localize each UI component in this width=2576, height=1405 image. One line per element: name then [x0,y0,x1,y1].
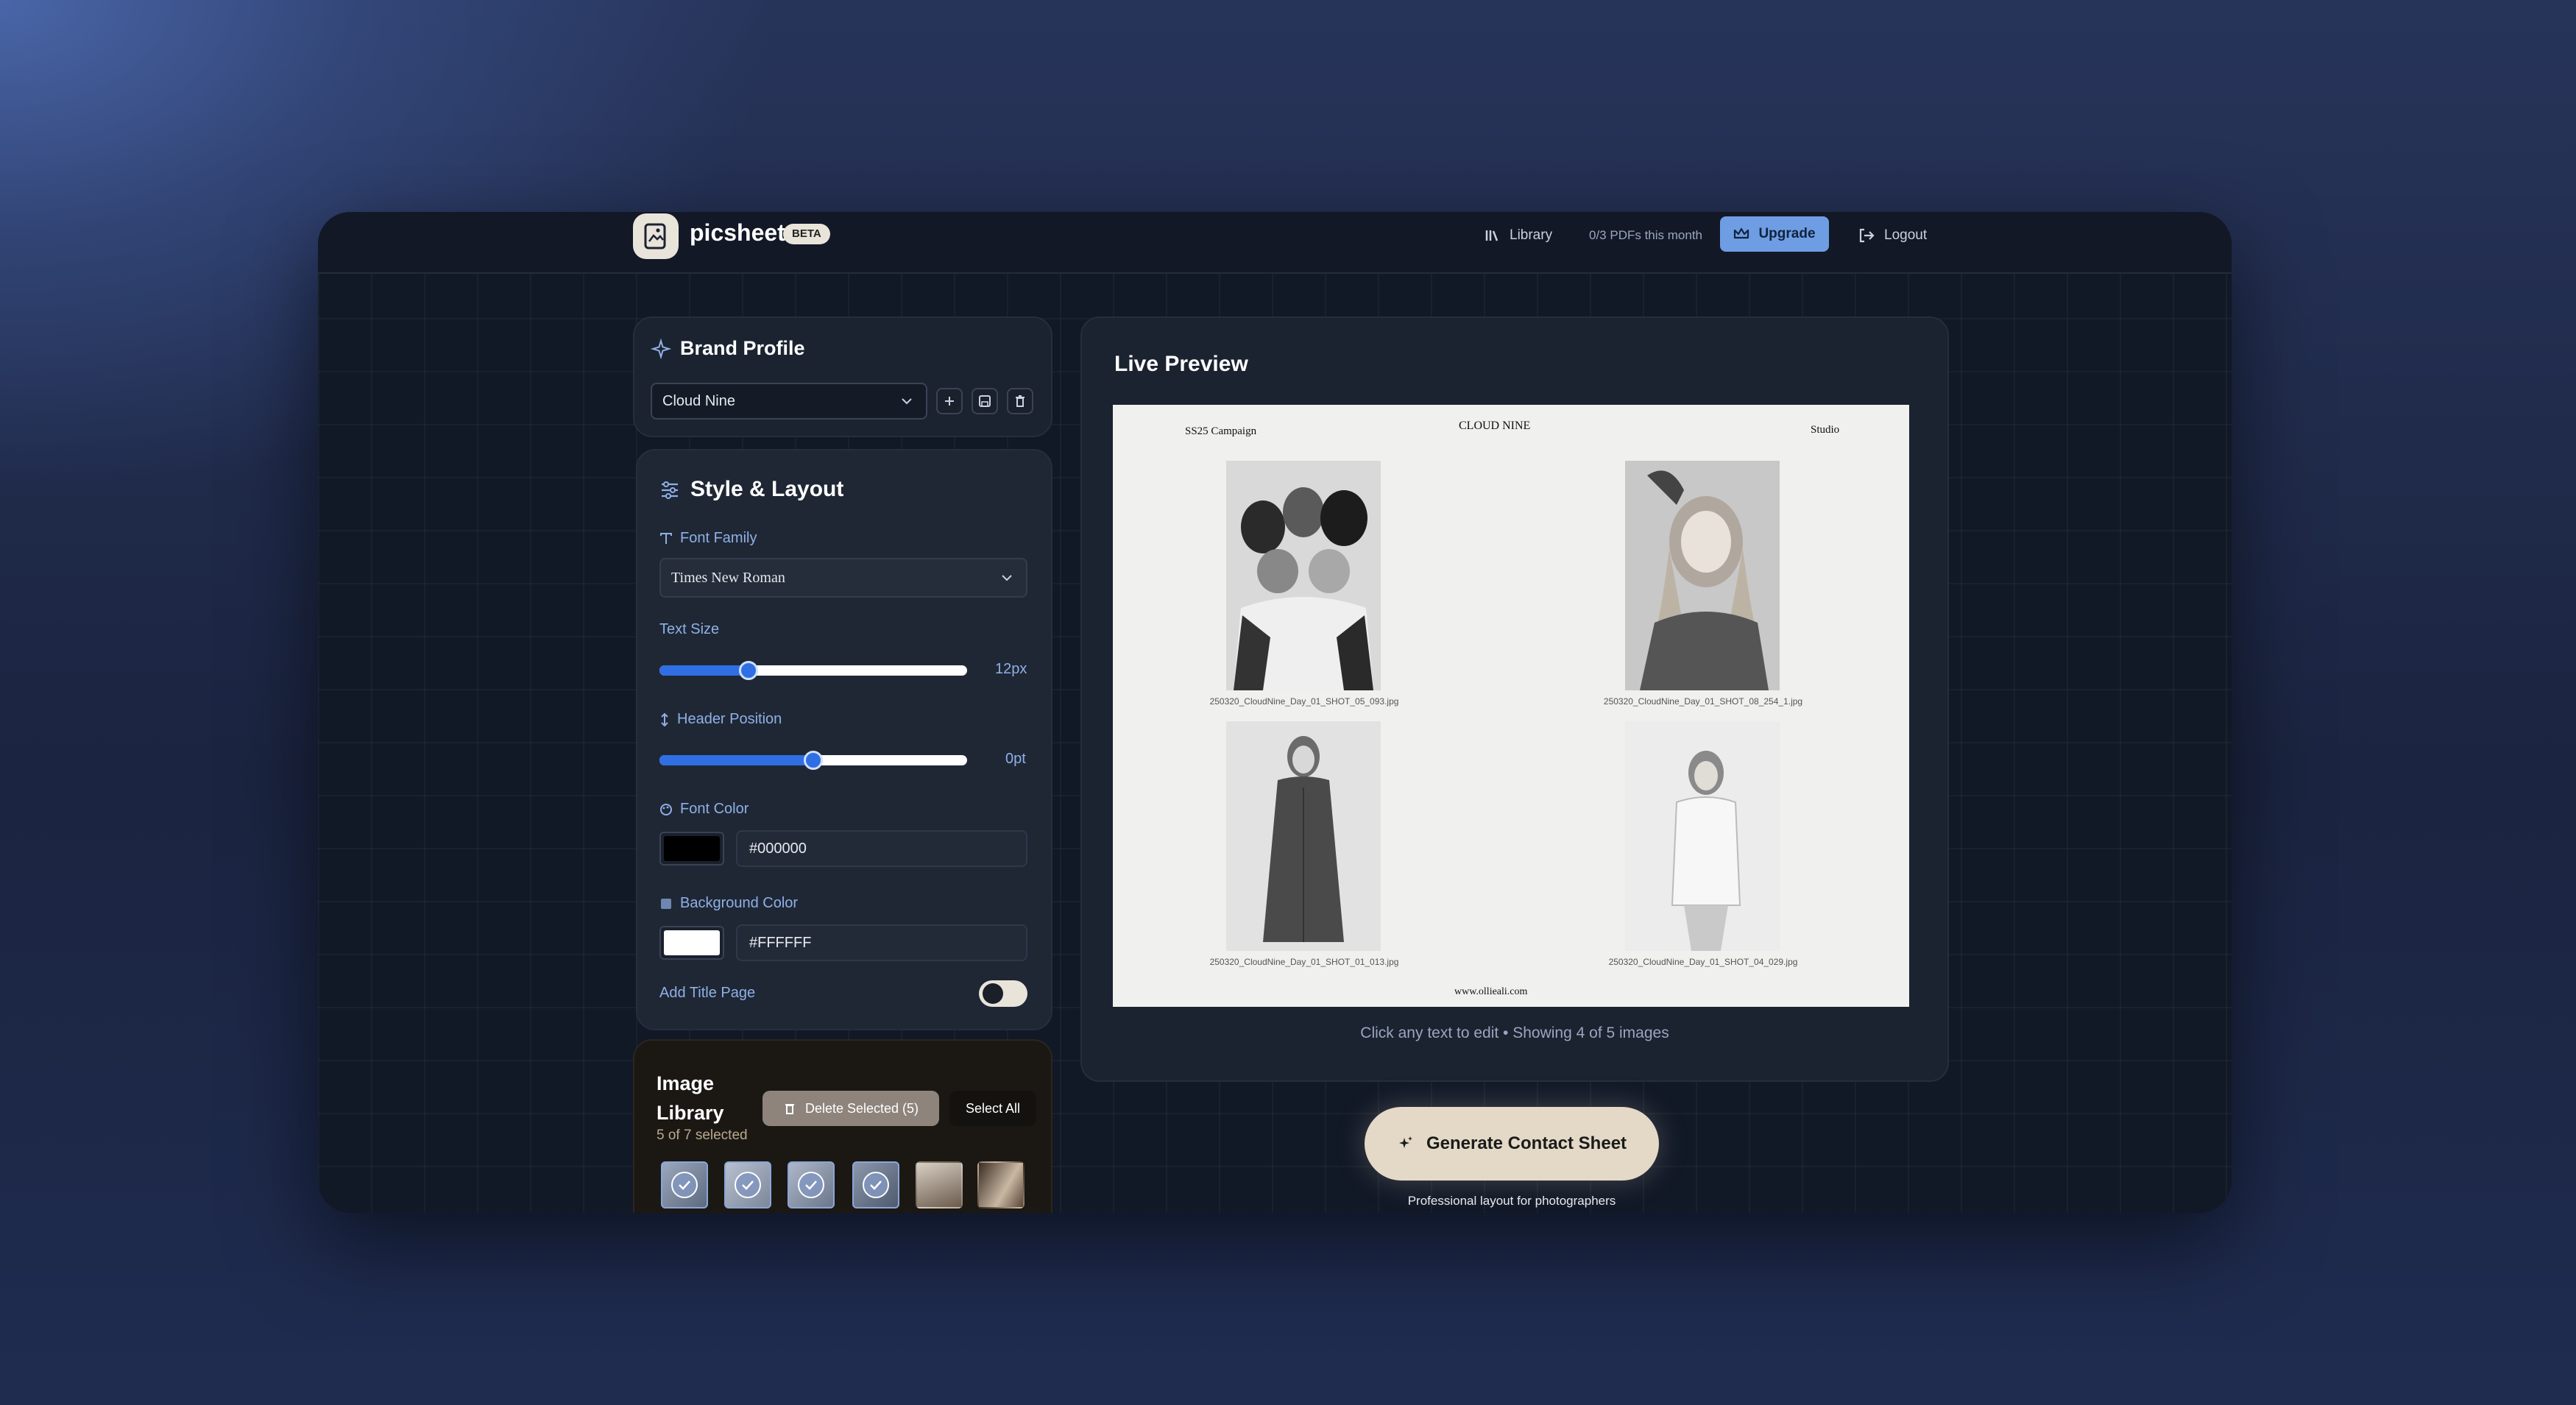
upgrade-label: Upgrade [1758,226,1816,241]
sheet-right-header[interactable]: Studio [1811,424,1839,436]
photo-filename[interactable]: 250320_CloudNine_Day_01_SHOT_04_029.jpg [1563,957,1843,967]
preview-hint: Click any text to edit • Showing 4 of 5 … [1360,1024,1669,1041]
font-family-value: Times New Roman [671,569,785,586]
font-family-label: Font Family [659,530,757,547]
header-position-value: 0pt [1005,751,1026,767]
sheet-photo [1226,721,1381,951]
photo-filename[interactable]: 250320_CloudNine_Day_01_SHOT_08_254_1.jp… [1563,696,1843,707]
text-size-slider-thumb[interactable] [739,661,759,680]
logout-button[interactable]: Logout [1858,219,1927,252]
toggle-knob [983,983,1003,1004]
font-family-select[interactable]: Times New Roman [659,558,1027,598]
generate-contact-sheet-button[interactable]: Generate Contact Sheet [1365,1107,1659,1181]
upgrade-button[interactable]: Upgrade [1720,216,1829,252]
sparkle-icon [1398,1136,1412,1148]
palette-icon [660,803,672,815]
check-icon [671,1172,698,1198]
vertical-arrows-icon [661,712,668,726]
sheet-center-header[interactable]: CLOUD NINE [1459,420,1530,433]
save-profile-button[interactable] [972,388,998,414]
sheet-logo-icon [644,223,666,249]
background-color-label: Background Color [659,895,798,912]
sheet-photo [1625,461,1780,690]
check-icon [735,1172,761,1198]
font-color-input[interactable]: #000000 [736,830,1027,867]
header-position-slider-fill [659,755,813,765]
font-color-label: Font Color [659,801,749,818]
usage-label: 0/3 PDFs this month [1589,228,1703,242]
app-name: picsheet [690,219,785,246]
delete-profile-button[interactable] [1007,388,1033,414]
select-all-button[interactable]: Select All [949,1091,1036,1126]
delete-selected-button[interactable]: Delete Selected (5) [762,1091,939,1126]
sheet-left-header[interactable]: SS25 Campaign [1185,425,1256,438]
brand-profile-value: Cloud Nine [662,392,735,409]
add-title-page-toggle[interactable] [979,980,1027,1007]
library-thumbnail[interactable] [788,1161,835,1208]
brand-profile-select[interactable]: Cloud Nine [651,383,927,420]
sliders-icon [662,481,678,499]
photo-filename[interactable]: 250320_CloudNine_Day_01_SHOT_05_093.jpg [1164,696,1444,707]
trash-icon [1016,395,1025,407]
brand-profile-title: Brand Profile [680,337,805,359]
logout-label: Logout [1884,227,1928,243]
add-profile-button[interactable] [936,388,963,414]
image-library-title: Image Library [657,1072,724,1124]
check-icon [798,1172,824,1198]
library-thumbnail[interactable] [661,1161,708,1208]
nav-library-label: Library [1510,227,1553,243]
nav-library[interactable]: Library [1485,219,1552,252]
library-thumbnail[interactable] [724,1161,771,1208]
chevron-down-icon [1002,575,1012,581]
library-icon [1485,230,1498,241]
contact-sheet-preview: SS25 Campaign CLOUD NINE Studio 250320_C… [1113,405,1909,1007]
sheet-photo [1625,721,1780,951]
style-layout-title: Style & Layout [690,477,844,501]
brand-profile-panel: Brand Profile Cloud Nine [633,316,1052,437]
background-color-input[interactable]: #FFFFFF [736,924,1027,961]
sheet-photo [1226,461,1381,690]
sheet-footer[interactable]: www.ollieali.com [1454,986,1527,998]
text-size-value: 12px [995,661,1027,677]
library-thumbnail[interactable] [916,1161,963,1208]
header-position-slider-thumb[interactable] [804,751,823,770]
text-size-slider-fill [659,665,749,676]
generate-subtitle: Professional layout for photographers [1407,1194,1616,1208]
background-color-swatch[interactable] [659,926,724,960]
usage-counter: 0/3 PDFs this month [1589,219,1702,252]
trash-icon [785,1104,794,1114]
beta-badge: BETA [783,224,830,244]
header-position-label: Header Position [659,711,782,728]
style-layout-panel: Style & Layout Font Family Times New Rom… [636,449,1052,1030]
library-thumbnail[interactable] [852,1161,899,1208]
logout-icon [1859,228,1875,243]
header-position-slider[interactable] [659,751,967,770]
app-window: picsheet BETA Library 0/3 PDFs this mont… [318,212,2232,1213]
selected-count: 5 of 7 selected [657,1128,748,1143]
font-color-swatch[interactable] [659,832,724,866]
save-icon [979,395,991,407]
type-icon [660,532,672,544]
logo[interactable] [633,213,679,259]
text-size-label: Text Size [659,621,720,637]
check-icon [863,1172,889,1198]
live-preview-title: Live Preview [1114,352,1248,376]
add-title-page-label: Add Title Page [659,985,756,1001]
chevron-down-icon [902,398,912,405]
square-icon [661,898,671,909]
text-size-slider[interactable] [659,661,967,680]
photo-filename[interactable]: 250320_CloudNine_Day_01_SHOT_01_013.jpg [1164,957,1444,967]
plus-icon [945,397,954,406]
sparkle-icon [651,339,671,359]
top-bar: picsheet BETA Library 0/3 PDFs this mont… [318,212,2232,274]
library-thumbnail[interactable] [977,1161,1025,1208]
crown-icon [1734,227,1749,239]
